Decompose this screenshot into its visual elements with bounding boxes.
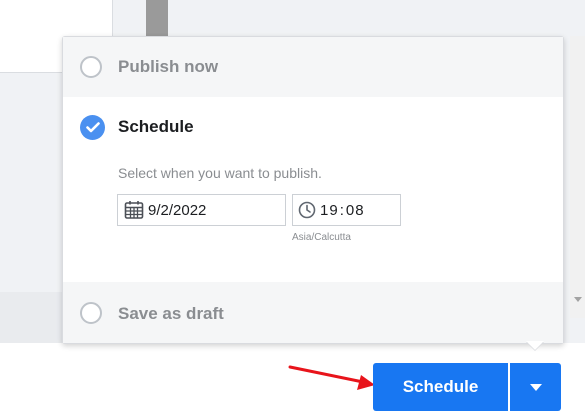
scroll-down-arrow[interactable] — [574, 297, 582, 302]
schedule-dropdown-button[interactable] — [510, 363, 561, 411]
time-separator: : — [339, 201, 345, 219]
option-schedule[interactable]: Schedule — [63, 97, 563, 282]
popup-caret — [526, 341, 544, 350]
scrollbar[interactable] — [570, 36, 585, 318]
option-publish-now[interactable]: Publish now — [63, 37, 563, 97]
background-divider — [146, 0, 168, 36]
publish-now-radio[interactable] — [80, 56, 102, 78]
option-save-draft[interactable]: Save as draft — [63, 282, 563, 343]
schedule-button[interactable]: Schedule — [373, 363, 508, 411]
background-strip — [0, 292, 62, 343]
date-value: 9/2/2022 — [148, 201, 207, 219]
time-hour[interactable]: 19 — [320, 202, 339, 219]
background-panel — [168, 0, 585, 36]
publish-now-label: Publish now — [118, 57, 219, 76]
schedule-label: Schedule — [118, 117, 194, 136]
time-input[interactable]: 19 : 08 — [292, 194, 401, 226]
date-input[interactable]: 9/2/2022 — [117, 194, 286, 226]
annotation-arrow — [288, 365, 375, 390]
schedule-check-icon[interactable] — [80, 115, 105, 140]
chevron-down-icon — [529, 383, 542, 391]
publish-options-popup: Publish now Schedule Select when you wan… — [62, 36, 564, 344]
clock-icon — [298, 201, 316, 219]
timezone-label: Asia/Calcutta — [292, 232, 351, 243]
schedule-hint: Select when you want to publish. — [118, 165, 322, 181]
save-draft-radio[interactable] — [80, 302, 102, 324]
save-draft-label: Save as draft — [118, 304, 224, 323]
time-minute[interactable]: 08 — [346, 202, 365, 219]
calendar-icon — [124, 201, 144, 219]
